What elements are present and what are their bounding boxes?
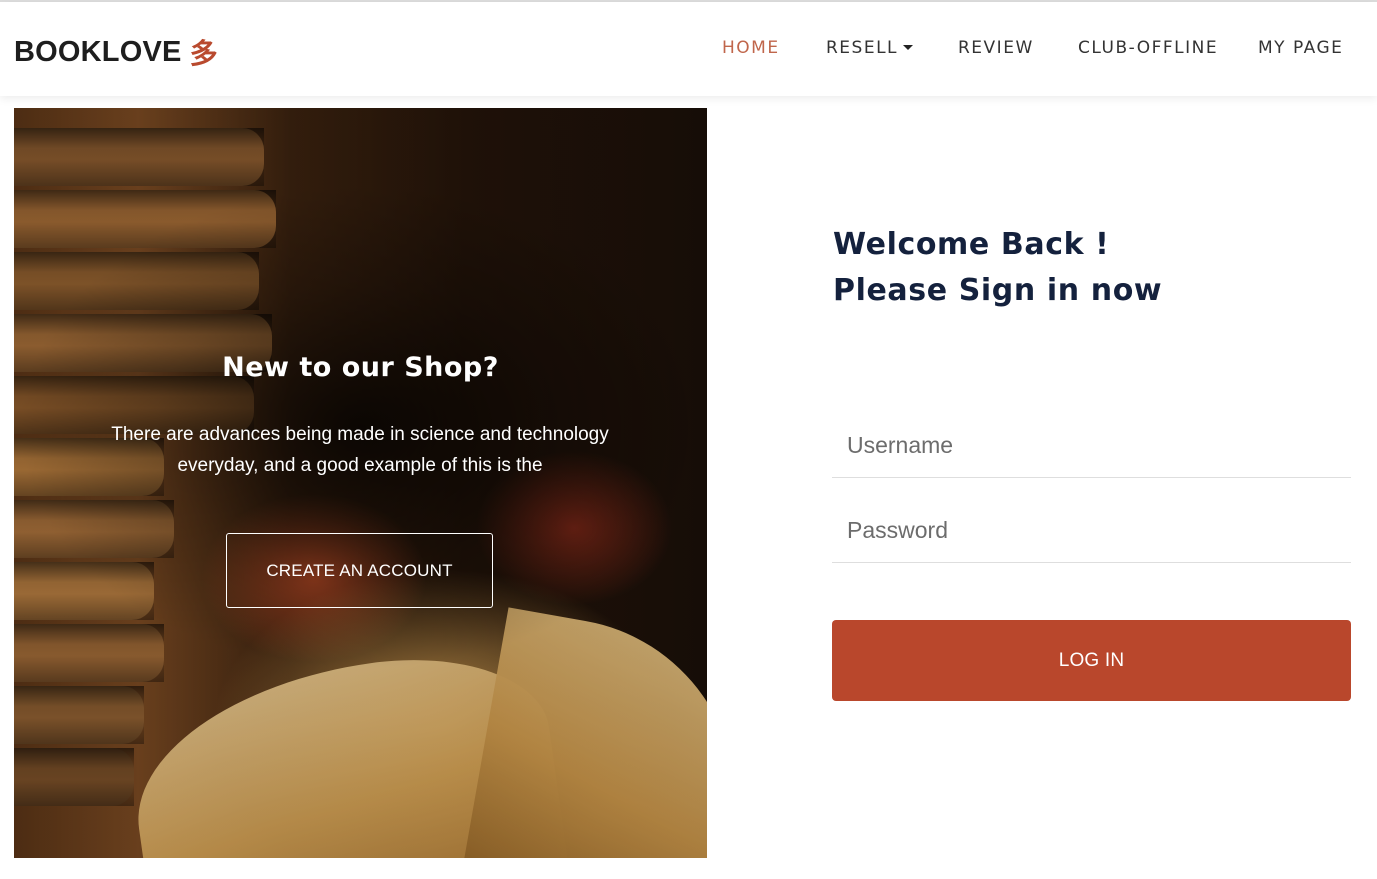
login-button[interactable]: LOG IN [832,620,1351,701]
login-heading-line1: Welcome Back ! [833,227,1110,262]
login-heading-line2: Please Sign in now [833,273,1163,308]
main-nav: HOME RESELL REVIEW CLUB-OFFLINE MY PAGE [0,38,1377,62]
nav-review[interactable]: REVIEW [958,38,1034,58]
nav-resell[interactable]: RESELL [826,38,914,58]
hero-title: New to our Shop? [222,352,499,383]
nav-my-page[interactable]: MY PAGE [1258,38,1343,58]
hero-description: There are advances being made in science… [111,424,609,476]
password-input[interactable] [832,499,1351,563]
signup-hero-panel: New to our Shop? There are advances bein… [14,108,707,858]
login-heading: Welcome Back ! Please Sign in now [833,222,1293,314]
nav-home[interactable]: HOME [722,38,780,58]
site-header: BOOKLOVE 多 HOME RESELL REVIEW CLUB-OFFLI… [0,2,1377,96]
caret-down-icon [903,45,914,50]
username-input[interactable] [832,414,1351,478]
nav-resell-label: RESELL [826,38,899,58]
create-account-button[interactable]: CREATE AN ACCOUNT [226,533,493,608]
nav-club-offline[interactable]: CLUB-OFFLINE [1078,38,1218,58]
hero-overlay [14,108,707,858]
